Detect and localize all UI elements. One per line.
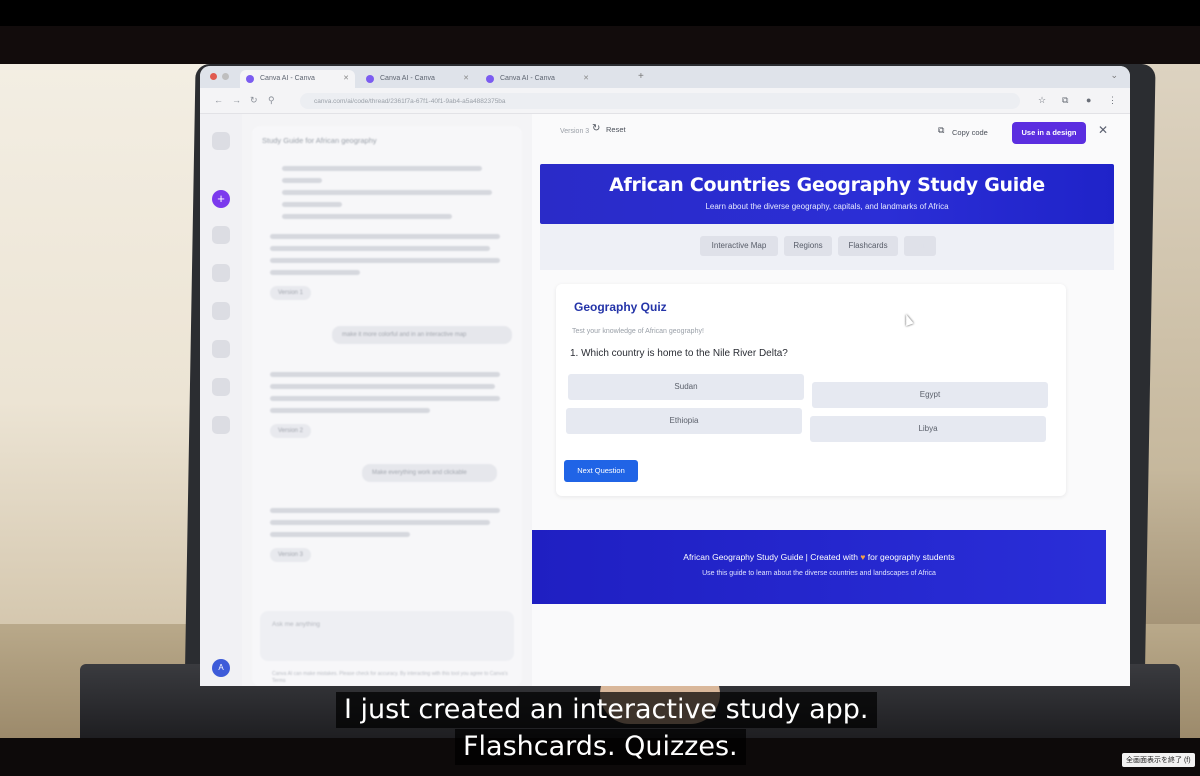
version-pill[interactable]: Version 1 bbox=[270, 286, 312, 300]
next-question-button[interactable]: Next Question bbox=[564, 460, 638, 482]
app-header: African Countries Geography Study Guide … bbox=[540, 164, 1114, 224]
tab-list-chevron-icon[interactable]: ⌄ bbox=[1110, 70, 1118, 81]
quiz-title: Geography Quiz bbox=[574, 300, 667, 314]
quiz-card: Geography Quiz Test your knowledge of Af… bbox=[556, 284, 1066, 496]
tab-close-icon[interactable]: ✕ bbox=[463, 74, 469, 82]
version-pill[interactable]: Version 3 bbox=[270, 548, 312, 562]
chat-text-line bbox=[282, 166, 482, 171]
quiz-question: 1. Which country is home to the Nile Riv… bbox=[570, 348, 788, 359]
close-icon[interactable]: ✕ bbox=[1098, 123, 1108, 137]
app-title: African Countries Geography Study Guide bbox=[609, 174, 1045, 196]
preview-toolbar: Version 3 ↻ Reset ⧉ Copy code Use in a d… bbox=[532, 114, 1130, 150]
extensions-icon[interactable]: ⧉ bbox=[1062, 95, 1068, 106]
menu-icon[interactable] bbox=[212, 132, 230, 150]
quiz-description: Test your knowledge of African geography… bbox=[572, 328, 704, 335]
profile-icon[interactable]: ● bbox=[1086, 95, 1091, 105]
reset-button[interactable]: Reset bbox=[606, 125, 626, 134]
tab-interactive-map[interactable]: Interactive Map bbox=[700, 236, 778, 256]
browser-tab[interactable]: Canva AI - Canva ✕ bbox=[240, 70, 355, 88]
back-icon[interactable]: ← bbox=[214, 95, 223, 105]
tab-flashcards[interactable]: Flashcards bbox=[838, 236, 898, 256]
menu-kebab-icon[interactable]: ⋮ bbox=[1108, 95, 1117, 106]
chat-text-line bbox=[270, 234, 500, 239]
exit-fullscreen-button[interactable]: 全画面表示を終了 (f) bbox=[1122, 753, 1195, 767]
quiz-option[interactable]: Egypt bbox=[812, 382, 1048, 408]
canva-side-rail: + A bbox=[200, 114, 242, 686]
chat-thread-title[interactable]: Study Guide for African geography bbox=[262, 136, 377, 145]
quiz-option[interactable]: Sudan bbox=[568, 374, 804, 400]
chat-text-line bbox=[270, 520, 490, 525]
quiz-option[interactable]: Libya bbox=[810, 416, 1046, 442]
bookmark-star-icon[interactable]: ☆ bbox=[1038, 95, 1046, 106]
canva-ai-icon[interactable] bbox=[212, 416, 230, 434]
chat-input[interactable]: Ask me anything bbox=[260, 611, 514, 661]
laptop-screen: Canva AI - Canva ✕ Canva AI - Canva ✕ Ca… bbox=[200, 66, 1130, 686]
browser-tab[interactable]: Canva AI - Canva ✕ bbox=[480, 70, 595, 88]
copy-icon[interactable]: ⧉ bbox=[938, 125, 944, 136]
video-scene: Canva AI - Canva ✕ Canva AI - Canva ✕ Ca… bbox=[0, 64, 1200, 738]
tab-regions[interactable]: Regions bbox=[784, 236, 832, 256]
window-close-dot[interactable] bbox=[210, 73, 217, 80]
browser-tabstrip: Canva AI - Canva ✕ Canva AI - Canva ✕ Ca… bbox=[200, 66, 1130, 88]
user-message: make it more colorful and in an interact… bbox=[332, 326, 512, 344]
browser-tab[interactable]: Canva AI - Canva ✕ bbox=[360, 70, 475, 88]
chat-text-line bbox=[282, 178, 322, 183]
chat-text-line bbox=[270, 408, 430, 413]
copy-code-button[interactable]: Copy code bbox=[952, 128, 988, 137]
avatar[interactable]: A bbox=[212, 659, 230, 677]
app-nav: Interactive Map Regions Flashcards Quiz bbox=[540, 224, 1114, 270]
create-plus-icon[interactable]: + bbox=[212, 190, 230, 208]
new-tab-icon[interactable]: + bbox=[638, 71, 644, 82]
chat-disclaimer: Canva AI can make mistakes. Please check… bbox=[272, 671, 508, 684]
reload-icon[interactable]: ↻ bbox=[250, 95, 258, 106]
chat-text-line bbox=[270, 246, 490, 251]
version-label[interactable]: Version 3 bbox=[560, 128, 589, 135]
version-pill[interactable]: Version 2 bbox=[270, 424, 312, 438]
chat-text-line bbox=[270, 384, 495, 389]
forward-icon[interactable]: → bbox=[232, 95, 241, 105]
reset-icon[interactable]: ↻ bbox=[592, 123, 600, 134]
ai-chat-panel: Study Guide for African geography Versio… bbox=[252, 126, 522, 686]
chat-text-line bbox=[282, 202, 342, 207]
chat-text-line bbox=[270, 270, 360, 275]
use-in-design-button[interactable]: Use in a design bbox=[1012, 122, 1086, 144]
canva-favicon-icon bbox=[486, 75, 494, 83]
address-bar[interactable]: canva.com/ai/code/thread/2361f7a-67f1-40… bbox=[300, 93, 1020, 109]
user-message: Make everything work and clickable bbox=[362, 464, 497, 482]
templates-icon[interactable] bbox=[212, 302, 230, 320]
footer-note: Use this guide to learn about the divers… bbox=[702, 570, 936, 577]
app-footer: African Geography Study Guide | Created … bbox=[532, 530, 1106, 604]
subtitle-line: I just created an interactive study app. bbox=[336, 692, 877, 728]
chat-text-line bbox=[282, 190, 492, 195]
chat-text-line bbox=[270, 508, 500, 513]
quiz-option[interactable]: Ethiopia bbox=[566, 408, 802, 434]
chat-text-line bbox=[270, 532, 410, 537]
site-info-icon[interactable]: ⚲ bbox=[268, 95, 275, 106]
brand-icon[interactable] bbox=[212, 340, 230, 358]
chat-text-line bbox=[270, 396, 500, 401]
tab-quiz[interactable]: Quiz bbox=[904, 236, 936, 256]
home-icon[interactable] bbox=[212, 226, 230, 244]
subtitle-line: Flashcards. Quizzes. bbox=[455, 729, 746, 765]
chat-text-line bbox=[282, 214, 452, 219]
code-preview-panel: Version 3 ↻ Reset ⧉ Copy code Use in a d… bbox=[532, 114, 1130, 686]
projects-icon[interactable] bbox=[212, 264, 230, 282]
tab-close-icon[interactable]: ✕ bbox=[343, 74, 349, 82]
canva-favicon-icon bbox=[246, 75, 254, 83]
window-dot[interactable] bbox=[222, 73, 229, 80]
heart-icon: ♥ bbox=[860, 552, 866, 562]
browser-toolbar: ← → ↻ ⚲ canva.com/ai/code/thread/2361f7a… bbox=[200, 88, 1130, 114]
canva-favicon-icon bbox=[366, 75, 374, 83]
chat-text-line bbox=[270, 372, 500, 377]
letterbox-top-inner bbox=[0, 26, 1200, 64]
app-subtitle: Learn about the diverse geography, capit… bbox=[705, 202, 949, 211]
letterbox-top bbox=[0, 0, 1200, 26]
apps-icon[interactable] bbox=[212, 378, 230, 396]
footer-credit: African Geography Study Guide | Created … bbox=[683, 552, 955, 562]
chat-text-line bbox=[270, 258, 500, 263]
tab-close-icon[interactable]: ✕ bbox=[583, 74, 589, 82]
